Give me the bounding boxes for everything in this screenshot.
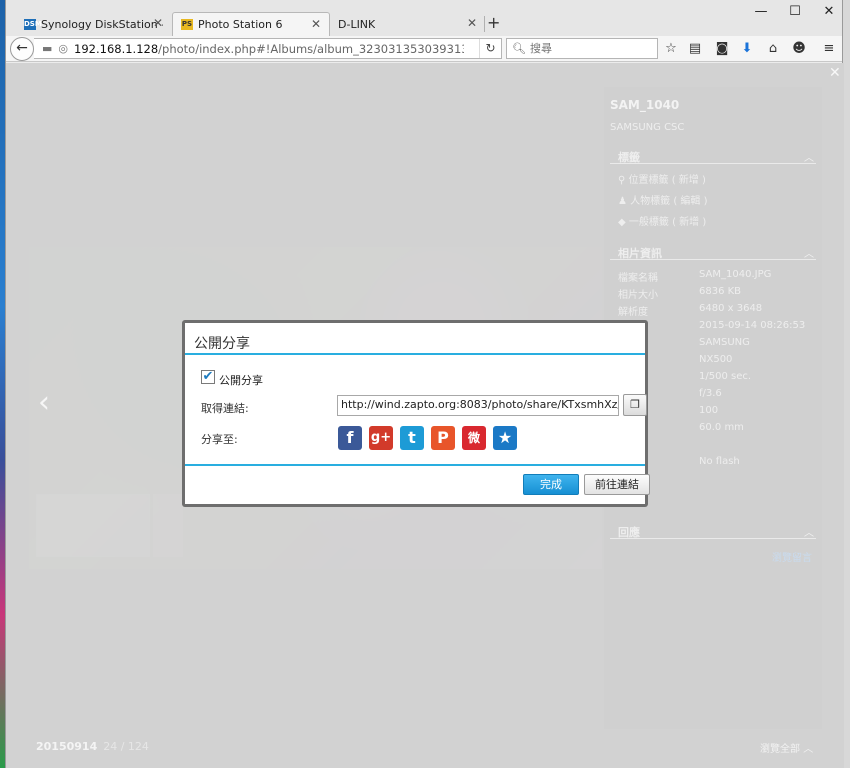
photo-station-page: ‹ ✕ SAM_1040 SAMSUNG CSC 標籤 ︿ ⚲ 位置標籤 ( 新… [6,63,844,768]
general-tag-label: 一般標籤 [628,217,669,228]
info-value: 100 [699,405,719,416]
home-icon[interactable]: ⌂ [764,40,782,58]
info-value: NX500 [699,354,733,365]
bookmark-star-icon[interactable]: ☆ [662,40,680,58]
googleplus-icon[interactable]: g+ [369,426,393,450]
info-value: No flash [699,456,740,467]
share-link-field[interactable]: http://wind.zapto.org:8083/photo/share/K… [337,395,619,416]
dialog-title: 公開分享 [194,336,250,352]
tab-separator [484,16,485,32]
divider [185,353,645,355]
share-dialog-body: 公開分享 ✔ 公開分享 取得連結: http://wind.zapto.org:… [185,323,650,504]
info-value: SAMSUNG [699,337,750,348]
tab-label: D-LINK [338,17,376,31]
pocket-icon[interactable]: ◙ [713,40,731,58]
plurk-icon[interactable]: P [431,426,455,450]
close-window-button[interactable]: ✕ [819,4,839,19]
twitter-icon[interactable]: t [400,426,424,450]
location-tag-row: ⚲ 位置標籤 ( 新增 ) [618,175,706,186]
tab-synology[interactable]: DSM Synology DiskStation - ... ✕ [16,12,171,36]
tab-label: Photo Station 6 [198,18,283,31]
reading-list-icon[interactable]: ▤ [686,40,704,58]
info-value: f/3.6 [699,388,722,399]
search-input[interactable] [529,42,650,55]
album-name: 20150914 [36,740,98,753]
info-value: 1/500 sec. [699,371,752,382]
share-dialog: 公開分享 ✔ 公開分享 取得連結: http://wind.zapto.org:… [182,320,650,507]
weibo-icon[interactable]: 微 [462,426,486,450]
divider [610,259,816,260]
site-info-icon[interactable]: ◎ [58,42,68,55]
collapse-icon[interactable]: ︿ [804,149,814,164]
chevron-up-icon: ︿ [803,744,814,755]
tab-dlink[interactable]: D-LINK ✕ [330,12,485,36]
photo-title: SAM_1040 [610,98,680,112]
tab-label: Synology DiskStation - ... [41,17,163,31]
divider [610,163,816,164]
location-tag-label: 位置標籤 [628,175,669,186]
info-value: SAM_1040.JPG [699,269,772,280]
add-location-link[interactable]: 新增 [679,175,699,186]
minimize-button[interactable]: — [751,4,771,19]
browse-all-label: 瀏覽全部 [760,744,800,755]
navigation-toolbar: ← ▬ ◎ 192.168.1.128/photo/index.php#!Alb… [6,36,842,62]
done-button[interactable]: 完成 [523,474,579,495]
tab-photo-station[interactable]: PS Photo Station 6 ✕ [172,12,330,36]
reload-icon[interactable]: ↻ [479,39,501,58]
url-text[interactable]: 192.168.1.128/photo/index.php#!Albums/al… [74,42,464,56]
search-box[interactable]: 🔍︎ [506,38,658,59]
menu-icon[interactable]: ≡ [820,40,838,58]
url-bar[interactable]: ▬ ◎ 192.168.1.128/photo/index.php#!Album… [34,38,502,59]
new-tab-button[interactable]: + [487,13,500,32]
divider [185,464,645,466]
favorite-icon[interactable]: ★ [493,426,517,450]
close-icon[interactable]: ✕ [153,16,163,30]
album-footer: 20150914 24 / 124 [36,740,149,753]
back-button[interactable]: ← [10,37,34,61]
public-share-label[interactable]: 公開分享 [219,372,263,388]
info-value: 6836 KB [699,286,742,297]
public-share-checkbox[interactable]: ✔ [201,370,215,384]
browse-comments-link[interactable]: 瀏覽留言 [772,549,812,564]
tab-strip: DSM Synology DiskStation - ... ✕ PS Phot… [6,0,842,36]
copy-link-button[interactable]: ❐ [623,394,647,416]
go-to-link-button[interactable]: 前往連結 [584,474,650,495]
location-pin-icon: ⚲ [618,175,626,186]
people-tag-label: 人物標籤 [630,196,671,207]
maximize-button[interactable]: ☐ [785,4,805,19]
photo-station-favicon: PS [181,19,193,30]
collapse-icon[interactable]: ︿ [804,524,814,539]
browser-window: DSM Synology DiskStation - ... ✕ PS Phot… [5,0,844,768]
bookmark-list-icon[interactable]: ▬ [42,42,52,55]
download-icon[interactable]: ⬇ [738,40,756,58]
close-viewer-icon[interactable]: ✕ [829,65,841,81]
info-value: 6480 x 3648 [699,303,763,314]
people-tag-row: ♟ 人物標籤 ( 編輯 ) [618,196,708,207]
edit-people-link[interactable]: 編輯 [680,196,700,207]
divider [610,538,816,539]
share-to-label: 分享至: [201,433,238,446]
info-value: 60.0 mm [699,422,744,433]
facebook-icon[interactable]: f [338,426,362,450]
tag-icon: ◆ [618,217,626,228]
info-value: 2015-09-14 08:26:53 [699,320,806,331]
close-icon[interactable]: ✕ [467,16,477,30]
info-label: 相片大小 [618,290,658,301]
search-icon: 🔍︎ [512,42,526,55]
browse-all-toggle[interactable]: 瀏覽全部 ︿ [760,740,813,755]
synology-favicon: DSM [24,18,42,30]
get-link-label: 取得連結: [201,402,249,415]
add-tag-link[interactable]: 新增 [679,217,699,228]
close-icon[interactable]: ✕ [311,17,321,31]
info-label: 解析度 [618,307,648,318]
person-icon: ♟ [618,196,627,207]
camera-name: SAMSUNG CSC [610,122,685,133]
copy-icon: ❐ [630,398,640,411]
collapse-icon[interactable]: ︿ [804,245,814,260]
photo-position: 24 / 124 [103,740,149,753]
info-label: 檔案名稱 [618,273,658,284]
chat-icon[interactable]: ☻ [790,40,808,58]
general-tag-row: ◆ 一般標籤 ( 新增 ) [618,217,707,228]
previous-photo-icon[interactable]: ‹ [38,385,50,420]
